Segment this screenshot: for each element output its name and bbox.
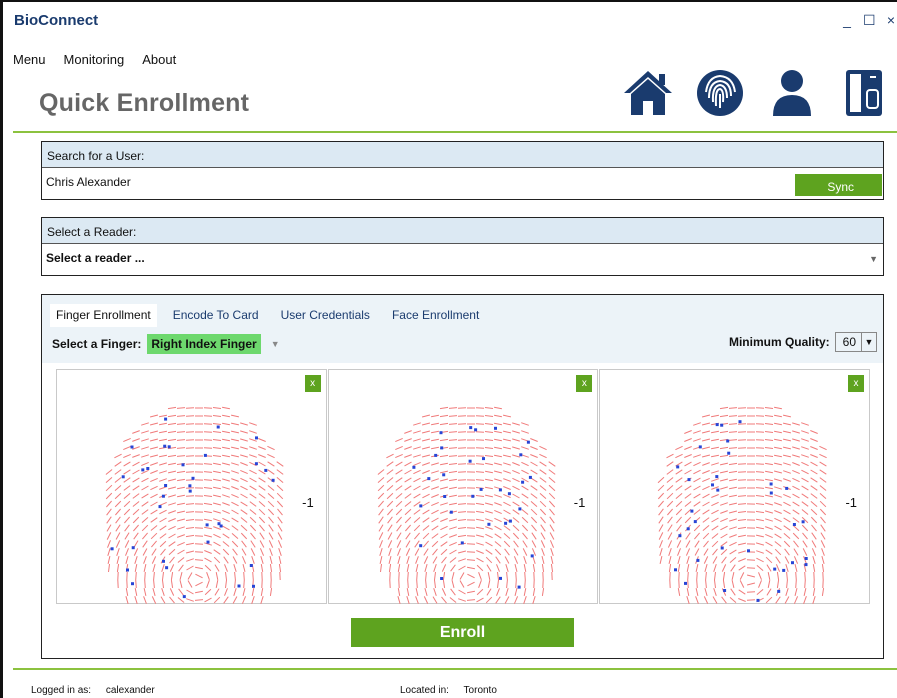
sample-score: -1	[845, 495, 858, 510]
user-search-field[interactable]: Chris Alexander Sync	[42, 168, 883, 199]
chevron-down-icon: ▼	[869, 254, 878, 264]
quality-label: Minimum Quality:	[728, 335, 830, 349]
user-icon[interactable]	[765, 66, 819, 120]
tab-strip: Finger Enrollment Encode To Card User Cr…	[50, 304, 495, 327]
user-search-panel: Search for a User: Chris Alexander Sync	[41, 141, 884, 200]
header-divider	[13, 131, 897, 133]
finger-dropdown[interactable]: Right Index Finger	[147, 334, 261, 354]
menu-item-monitoring[interactable]: Monitoring	[64, 52, 125, 67]
fingerprint-sample-1: x -1	[56, 369, 327, 604]
location-label: Located in:	[400, 685, 449, 696]
reader-panel: Select a Reader: Select a reader ... ▼	[41, 217, 884, 276]
location-value: Toronto	[463, 685, 497, 696]
tab-user-credentials[interactable]: User Credentials	[275, 304, 376, 327]
location-status: Located in: Toronto	[400, 685, 497, 696]
remove-sample-button[interactable]: x	[576, 375, 593, 392]
maximize-button[interactable]: ☐	[863, 12, 876, 29]
sample-score: -1	[302, 495, 314, 510]
user-search-label: Search for a User:	[42, 142, 883, 168]
quality-dropdown[interactable]: 60 ▼	[834, 332, 877, 352]
logged-in-value: calexander	[105, 685, 155, 696]
nav-toolbar	[621, 66, 891, 120]
reader-device-icon[interactable]	[837, 66, 891, 120]
sample-score: -1	[573, 495, 586, 510]
menu-item-menu[interactable]: Menu	[13, 52, 46, 67]
reader-label: Select a Reader:	[42, 218, 883, 244]
fingerprint-image	[105, 406, 284, 604]
page-title: Quick Enrollment	[39, 89, 250, 117]
minimize-button[interactable]: _	[841, 12, 853, 29]
logged-in-status: Logged in as: calexander	[31, 685, 155, 696]
quality-row: Minimum Quality: 60 ▼	[729, 332, 877, 352]
close-window-button[interactable]: ×	[885, 12, 897, 29]
fingerprint-samples: x -1 x -1 x -1	[56, 369, 871, 604]
fingerprint-sample-2: x -1	[327, 369, 599, 604]
home-icon[interactable]	[621, 66, 675, 120]
enrollment-panel: Finger Enrollment Encode To Card User Cr…	[41, 294, 884, 659]
app-window: BioConnect _ ☐ × Menu Monitoring About Q…	[0, 0, 897, 698]
fingerprint-icon[interactable]	[693, 66, 747, 120]
footer-divider	[13, 668, 897, 670]
tab-encode-to-card[interactable]: Encode To Card	[167, 304, 265, 327]
fingerprint-image	[658, 406, 828, 604]
tab-face-enrollment[interactable]: Face Enrollment	[386, 304, 485, 327]
finger-select-label: Select a Finger:	[52, 337, 142, 351]
sync-button[interactable]: Sync	[795, 174, 882, 196]
reader-dropdown-value: Select a reader ...	[46, 251, 145, 265]
reader-dropdown[interactable]: Select a reader ... ▼	[42, 244, 883, 275]
title-bar: BioConnect _ ☐ ×	[3, 2, 897, 38]
menu-item-about[interactable]: About	[142, 52, 176, 67]
quality-value: 60	[836, 333, 862, 351]
fingerprint-sample-3: x -1	[599, 369, 871, 604]
window-controls: _ ☐ ×	[841, 12, 897, 29]
user-search-value: Chris Alexander	[46, 175, 131, 189]
tabs-header: Finger Enrollment Encode To Card User Cr…	[42, 295, 883, 363]
app-title: BioConnect	[14, 12, 99, 29]
menu-bar: Menu Monitoring About	[13, 52, 176, 67]
remove-sample-button[interactable]: x	[304, 375, 321, 392]
tab-finger-enrollment[interactable]: Finger Enrollment	[50, 304, 157, 327]
remove-sample-button[interactable]: x	[848, 375, 865, 392]
enroll-button[interactable]: Enroll	[351, 618, 574, 647]
chevron-down-icon[interactable]: ▼	[862, 337, 876, 347]
finger-selector-row: Select a Finger: Right Index Finger ▼	[52, 334, 280, 354]
fingerprint-image	[377, 406, 556, 604]
chevron-down-icon[interactable]: ▼	[271, 339, 280, 349]
logged-in-label: Logged in as:	[31, 685, 92, 696]
